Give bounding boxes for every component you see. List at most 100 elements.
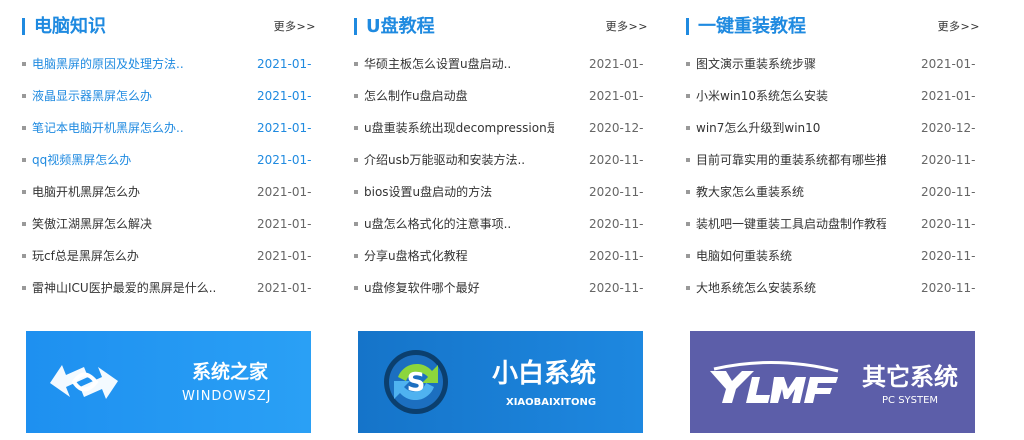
article-date: 2021-01- xyxy=(257,185,312,199)
article-title[interactable]: 玩cf总是黑屏怎么办 xyxy=(32,240,222,272)
bullet-icon xyxy=(22,222,26,226)
article-title[interactable]: 大地系统怎么安装系统 xyxy=(696,272,886,304)
article-list: 图文演示重装系统步骤 2021-01- 小米win10系统怎么安装 2021-01-… xyxy=(686,48,980,304)
article-title[interactable]: 雷神山ICU医护最爱的黑屏是什么.. xyxy=(32,272,222,304)
title-bar-accent xyxy=(354,18,357,35)
section-title: 电脑知识 xyxy=(34,16,106,37)
article-title[interactable]: 华硕主板怎么设置u盘启动.. xyxy=(364,48,554,80)
svg-text:S: S xyxy=(407,368,426,398)
article-title[interactable]: win7怎么升级到win10 xyxy=(696,112,886,144)
bullet-icon xyxy=(686,286,690,290)
article-date: 2021-01- xyxy=(257,121,312,135)
bullet-icon xyxy=(686,254,690,258)
article-title[interactable]: 装机吧一键重装工具启动盘制作教程.. xyxy=(696,208,886,240)
banner-xiaobai[interactable]: S 小白系统 XIAOBAIXITONG xyxy=(358,331,643,433)
article-date: 2020-12- xyxy=(921,121,976,135)
more-link[interactable]: 更多>> xyxy=(938,14,980,40)
article-date: 2020-11- xyxy=(921,153,976,167)
more-link[interactable]: 更多>> xyxy=(274,14,316,40)
bullet-icon xyxy=(22,190,26,194)
article-title[interactable]: u盘修复软件哪个最好 xyxy=(364,272,554,304)
section-title: U盘教程 xyxy=(366,16,435,37)
list-item[interactable]: 电脑开机黑屏怎么办 2021-01- xyxy=(22,176,316,208)
article-title[interactable]: 笑傲江湖黑屏怎么解决 xyxy=(32,208,222,240)
more-link[interactable]: 更多>> xyxy=(606,14,648,40)
article-title[interactable]: u盘重装系统出现decompression是怎.. xyxy=(364,112,554,144)
list-item[interactable]: 华硕主板怎么设置u盘启动.. 2021-01- xyxy=(354,48,648,80)
list-item[interactable]: u盘怎么格式化的注意事项.. 2020-11- xyxy=(354,208,648,240)
list-item[interactable]: 介绍usb万能驱动和安装方法.. 2020-11- xyxy=(354,144,648,176)
list-item[interactable]: bios设置u盘启动的方法 2020-11- xyxy=(354,176,648,208)
article-title[interactable]: 教大家怎么重装系统 xyxy=(696,176,886,208)
list-item[interactable]: 液晶显示器黑屏怎么办 2021-01- xyxy=(22,80,316,112)
bullet-icon xyxy=(22,94,26,98)
section-header: 一键重装教程 更多>> xyxy=(686,14,980,40)
article-date: 2021-01- xyxy=(257,217,312,231)
article-date: 2020-11- xyxy=(921,281,976,295)
list-item[interactable]: 怎么制作u盘启动盘 2021-01- xyxy=(354,80,648,112)
banner-name: 小白系统 xyxy=(492,359,597,389)
list-item[interactable]: u盘重装系统出现decompression是怎.. 2020-12- xyxy=(354,112,648,144)
bullet-icon xyxy=(686,94,690,98)
article-title[interactable]: 小米win10系统怎么安装 xyxy=(696,80,886,112)
article-list: 华硕主板怎么设置u盘启动.. 2021-01- 怎么制作u盘启动盘 2021-01-… xyxy=(354,48,648,304)
banner-subtitle: XIAOBAIXITONG xyxy=(506,397,597,408)
article-title[interactable]: 怎么制作u盘启动盘 xyxy=(364,80,554,112)
article-date: 2020-11- xyxy=(589,281,644,295)
bullet-icon xyxy=(354,190,358,194)
section-header: U盘教程 更多>> xyxy=(354,14,648,40)
article-title[interactable]: bios设置u盘启动的方法 xyxy=(364,176,554,208)
article-date: 2020-11- xyxy=(589,249,644,263)
banner-name: 系统之家 xyxy=(192,361,269,383)
article-date: 2020-11- xyxy=(589,153,644,167)
list-item[interactable]: qq视频黑屏怎么办 2021-01- xyxy=(22,144,316,176)
article-title[interactable]: qq视频黑屏怎么办 xyxy=(32,144,222,176)
banner-windowszj[interactable]: 系统之家 WINDOWSZJ xyxy=(26,331,311,433)
article-title[interactable]: 电脑黑屏的原因及处理方法.. xyxy=(32,48,222,80)
bullet-icon xyxy=(22,126,26,130)
article-title[interactable]: 目前可靠实用的重装系统都有哪些推.. xyxy=(696,144,886,176)
article-title[interactable]: 笔记本电脑开机黑屏怎么办.. xyxy=(32,112,222,144)
article-date: 2020-11- xyxy=(921,217,976,231)
list-item[interactable]: 图文演示重装系统步骤 2021-01- xyxy=(686,48,980,80)
bullet-icon xyxy=(354,158,358,162)
article-title[interactable]: 介绍usb万能驱动和安装方法.. xyxy=(364,144,554,176)
banner-other-systems[interactable]: 其它系统 PC SYSTEM xyxy=(690,331,975,433)
article-date: 2021-01- xyxy=(257,89,312,103)
article-date: 2020-11- xyxy=(589,217,644,231)
article-date: 2020-11- xyxy=(921,249,976,263)
list-item[interactable]: 电脑黑屏的原因及处理方法.. 2021-01- xyxy=(22,48,316,80)
list-item[interactable]: 玩cf总是黑屏怎么办 2021-01- xyxy=(22,240,316,272)
title-bar-accent xyxy=(22,18,25,35)
list-item[interactable]: 目前可靠实用的重装系统都有哪些推.. 2020-11- xyxy=(686,144,980,176)
bullet-icon xyxy=(686,126,690,130)
article-list: 电脑黑屏的原因及处理方法.. 2021-01- 液晶显示器黑屏怎么办 2021-01… xyxy=(22,48,316,304)
list-item[interactable]: 大地系统怎么安装系统 2020-11- xyxy=(686,272,980,304)
list-item[interactable]: win7怎么升级到win10 2020-12- xyxy=(686,112,980,144)
xiaobai-logo-icon: S xyxy=(384,350,448,414)
list-item[interactable]: u盘修复软件哪个最好 2020-11- xyxy=(354,272,648,304)
article-date: 2020-11- xyxy=(921,185,976,199)
list-item[interactable]: 笔记本电脑开机黑屏怎么办.. 2021-01- xyxy=(22,112,316,144)
article-title[interactable]: 液晶显示器黑屏怎么办 xyxy=(32,80,222,112)
banner-subtitle: PC SYSTEM xyxy=(882,395,939,406)
windowszj-logo-icon xyxy=(50,365,118,399)
list-item[interactable]: 电脑如何重装系统 2020-11- xyxy=(686,240,980,272)
list-item[interactable]: 笑傲江湖黑屏怎么解决 2021-01- xyxy=(22,208,316,240)
list-item[interactable]: 教大家怎么重装系统 2020-11- xyxy=(686,176,980,208)
section-header: 电脑知识 更多>> xyxy=(22,14,316,40)
bullet-icon xyxy=(22,62,26,66)
bullet-icon xyxy=(354,222,358,226)
article-title[interactable]: 电脑如何重装系统 xyxy=(696,240,886,272)
article-date: 2021-01- xyxy=(257,249,312,263)
article-title[interactable]: 电脑开机黑屏怎么办 xyxy=(32,176,222,208)
article-title[interactable]: 分享u盘格式化教程 xyxy=(364,240,554,272)
list-item[interactable]: 雷神山ICU医护最爱的黑屏是什么.. 2021-01- xyxy=(22,272,316,304)
bullet-icon xyxy=(22,286,26,290)
list-item[interactable]: 分享u盘格式化教程 2020-11- xyxy=(354,240,648,272)
article-title[interactable]: u盘怎么格式化的注意事项.. xyxy=(364,208,554,240)
article-title[interactable]: 图文演示重装系统步骤 xyxy=(696,48,886,80)
list-item[interactable]: 装机吧一键重装工具启动盘制作教程.. 2020-11- xyxy=(686,208,980,240)
list-item[interactable]: 小米win10系统怎么安装 2021-01- xyxy=(686,80,980,112)
section-title: 一键重装教程 xyxy=(698,16,806,37)
